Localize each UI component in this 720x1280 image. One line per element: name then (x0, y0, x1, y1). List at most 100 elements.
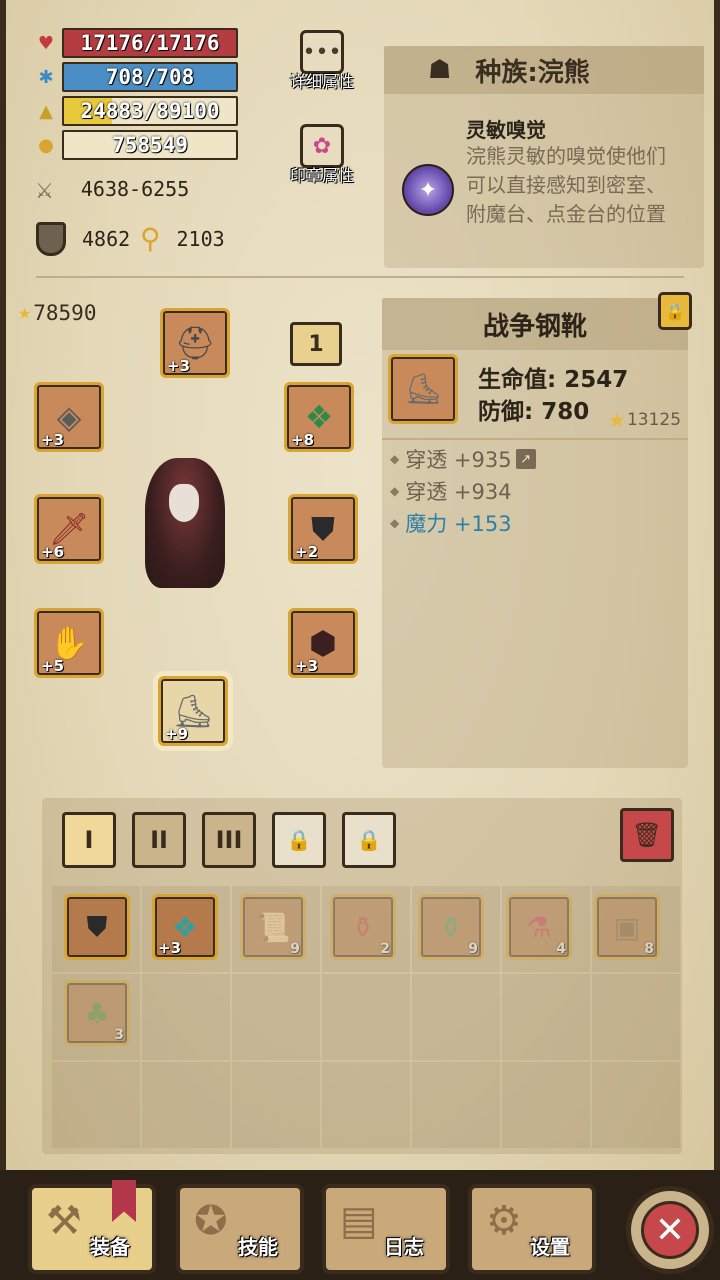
inventory-tab-2[interactable]: II (132, 812, 186, 868)
affix-text: 穿透 +934 (405, 480, 512, 504)
inventory-cell[interactable] (592, 974, 680, 1060)
affix-row: ◆ 穿透 +934 (390, 476, 512, 506)
equip-slot-weapon[interactable]: 🗡 +6 (34, 494, 104, 564)
affix-text: 穿透 +935 (405, 448, 512, 472)
equip-slot-shield[interactable]: ⬢ +3 (288, 608, 358, 678)
item-count: 9 (290, 941, 300, 957)
red-potion-icon: ⚱ (351, 910, 375, 944)
inventory-item[interactable]: ▣ 8 (594, 894, 660, 960)
race-header: ☗ 种族:浣熊 (384, 46, 704, 94)
inventory-cell[interactable] (232, 1062, 320, 1148)
race-skill-name: 灵敏嗅觉 (466, 118, 546, 142)
chest-icon: ▣ (613, 910, 641, 944)
slot-level: +3 (295, 657, 319, 675)
equip-slot-armor[interactable]: ⛊ +2 (288, 494, 358, 564)
inventory-item[interactable]: 📜 9 (240, 894, 306, 960)
inventory-cell[interactable] (502, 974, 590, 1060)
nav-settings-button[interactable]: ⚙ 设置 (468, 1184, 596, 1274)
inventory-cell[interactable] (142, 1062, 230, 1148)
hero-mask (169, 484, 199, 522)
scroll-icon: 📜 (255, 910, 291, 944)
nav-log-button[interactable]: ▤ 日志 (322, 1184, 450, 1274)
swords-icon: ⚔ (36, 172, 53, 205)
nav-equipment-label: 装备 (90, 1235, 130, 1259)
seal-attributes-label: 印章属性 (290, 166, 355, 185)
book-icon: ▤ (340, 1198, 378, 1244)
inventory-tab-locked-4[interactable]: 🔒 (272, 812, 326, 868)
sniff-skill-icon[interactable]: ✦ (402, 164, 454, 216)
slot-level: +5 (41, 657, 65, 675)
shield-icon (36, 222, 66, 256)
hero-character (130, 448, 240, 598)
slot-level: +2 (295, 543, 319, 561)
trash-icon: 🗑 (631, 821, 663, 849)
power-value: 78590 (33, 300, 97, 325)
seal-attributes-button[interactable]: ✿ 印章属性 (290, 124, 354, 186)
item-detail-panel: 战争钢靴 🔒 ⛸ 生命值: 2547 防御: 780 ★ 13125 ◆ 穿透 … (382, 292, 692, 768)
equip-slot-boots[interactable]: ⛸ +9 (158, 676, 228, 746)
inventory-cell[interactable] (52, 1062, 140, 1148)
magic-stat: ⚲ 2103 (140, 222, 225, 255)
trash-button[interactable]: 🗑 (620, 808, 674, 862)
arrow-link-icon[interactable]: ↗ (515, 449, 536, 469)
xp-row: ▲ 24883/89100 (34, 96, 238, 126)
inventory-cell[interactable] (412, 1062, 500, 1148)
level-icon: ▲ (39, 100, 53, 122)
slot-level: +6 (41, 543, 65, 561)
raccoon-icon: ☗ (428, 55, 452, 85)
inventory-item[interactable]: ⚱ 9 (418, 894, 484, 960)
detail-attributes-label: 详细属性 (290, 72, 355, 91)
gold-bar: 758549 (62, 130, 238, 160)
hp-row: ♥ 17176/17176 (34, 28, 238, 58)
inventory-cell[interactable] (502, 1062, 590, 1148)
close-button[interactable]: ✕ (626, 1186, 714, 1274)
lock-icon[interactable]: 🔒 (658, 292, 692, 330)
inventory-item[interactable]: ⚱ 2 (330, 894, 396, 960)
race-panel: ☗ 种族:浣熊 ✦ 灵敏嗅觉 浣熊灵敏的嗅觉使他们可以直接感知到密室、附魔台、点… (384, 46, 704, 268)
affix-row: ◆ 魔力 +153 (390, 508, 512, 538)
slot-level: +3 (41, 431, 65, 449)
nav-log-label: 日志 (384, 1235, 424, 1259)
item-name: 战争钢靴 (382, 298, 688, 350)
inventory-item[interactable]: ❖ +3 (152, 894, 218, 960)
diamond-icon: ◆ (390, 484, 400, 498)
star-icon: ★ (18, 300, 32, 325)
hp-bar: 17176/17176 (62, 28, 238, 58)
armor-icon: ⛊ (86, 910, 108, 943)
mana-icon: ✱ (38, 66, 54, 88)
inventory-cell[interactable] (232, 974, 320, 1060)
slot-level: +9 (165, 725, 189, 743)
close-icon: ✕ (641, 1201, 699, 1259)
inventory-cell[interactable] (142, 974, 230, 1060)
affix-row: ◆ 穿透 +935 ↗ (390, 444, 536, 474)
defense-value: 4862 (82, 227, 131, 251)
inventory-item[interactable]: ⚗ 4 (506, 894, 572, 960)
diamond-icon: ◆ (390, 516, 400, 530)
lock-icon: 🔒 (356, 828, 382, 852)
race-skill-description: 浣熊灵敏的嗅觉使他们可以直接感知到密室、附魔台、点金台的位置 (466, 144, 666, 226)
gold-row: ● 758549 (34, 130, 238, 160)
inventory-cell[interactable] (592, 1062, 680, 1148)
inventory-cell[interactable] (322, 974, 410, 1060)
equip-slot-ring[interactable]: ◈ +3 (34, 382, 104, 452)
loadout-number[interactable]: 1 (290, 322, 342, 366)
nav-equipment-button[interactable]: ⚒ 装备 (28, 1184, 156, 1274)
item-score: ★ 13125 (608, 408, 681, 432)
inventory-cell[interactable] (322, 1062, 410, 1148)
item-count: 3 (114, 1027, 124, 1043)
inventory-tab-locked-5[interactable]: 🔒 (342, 812, 396, 868)
equip-slot-helmet[interactable]: ⛑ +3 (160, 308, 230, 378)
item-image: ⛸ (388, 354, 458, 424)
inventory-tab-3[interactable]: III (202, 812, 256, 868)
nav-skill-button[interactable]: ✪ 技能 (176, 1184, 304, 1274)
detail-attributes-button[interactable]: ••• 详细属性 (290, 30, 354, 92)
inventory-cell[interactable] (412, 974, 500, 1060)
equip-slot-amulet[interactable]: ❖ +8 (284, 382, 354, 452)
mp-bar: 708/708 (62, 62, 238, 92)
equip-slot-gloves[interactable]: ✋ +5 (34, 608, 104, 678)
inventory-item[interactable]: ⛊ (64, 894, 130, 960)
green-potion-icon: ⚱ (439, 910, 463, 944)
inventory-item[interactable]: ♣ 3 (64, 980, 130, 1046)
staff-icon: ⚲ (140, 222, 161, 255)
inventory-tab-1[interactable]: I (62, 812, 116, 868)
